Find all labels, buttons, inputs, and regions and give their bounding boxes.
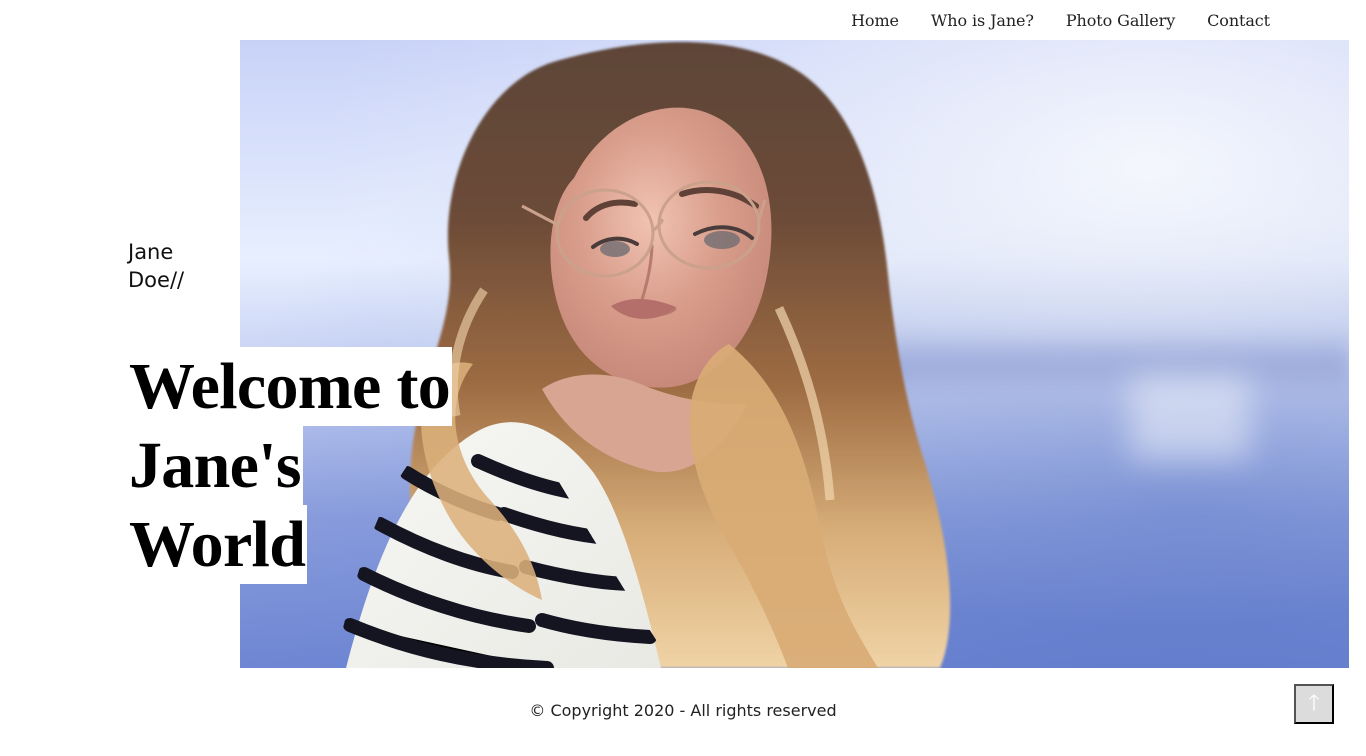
nav-photo-gallery-link[interactable]: Photo Gallery [1066, 11, 1175, 30]
copyright-text: © Copyright 2020 - All rights reserved [529, 701, 837, 720]
nav-contact-link[interactable]: Contact [1207, 11, 1270, 30]
headline-line-3: World [128, 505, 308, 585]
hero-headline: Welcome to Jane's World [128, 347, 453, 585]
headline-line-2: Jane's [128, 426, 303, 506]
top-navigation: Home Who is Jane? Photo Gallery Contact [851, 0, 1270, 40]
headline-line-1: Welcome to [128, 347, 453, 427]
landing-page: Home Who is Jane? Photo Gallery Contact [0, 0, 1366, 756]
nav-who-is-jane-link[interactable]: Who is Jane? [931, 11, 1034, 30]
site-brand: Jane Doe// [128, 238, 198, 294]
scroll-to-top-button[interactable]: 🡑 [1294, 684, 1334, 724]
nav-home-link[interactable]: Home [851, 11, 899, 30]
brand-first-name: Jane [128, 240, 174, 264]
brand-last-name: Doe// [128, 268, 185, 292]
arrow-up-icon: 🡑 [1308, 691, 1320, 716]
